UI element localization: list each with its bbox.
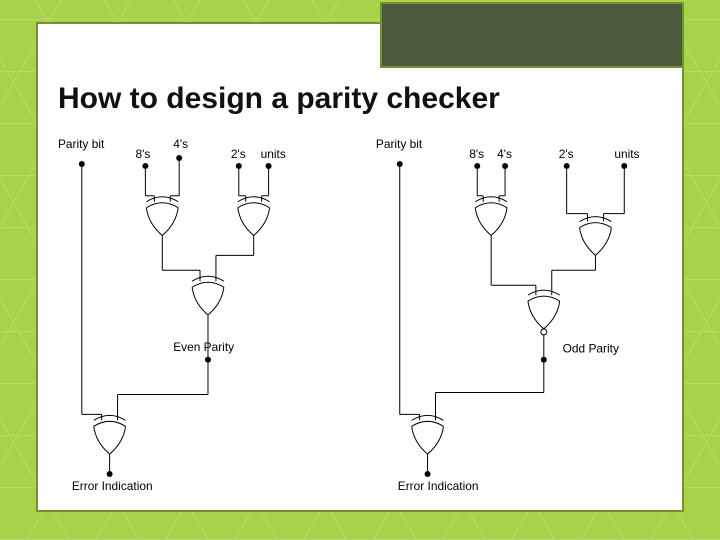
error-output <box>107 471 113 477</box>
label-2s: 2's <box>231 147 246 161</box>
content-card: How to design a parity checker <box>36 22 684 512</box>
xor-gate-icon <box>94 415 126 454</box>
terminal-dot-icon <box>79 155 272 414</box>
label-even-parity: Even Parity <box>173 340 234 354</box>
error-output <box>425 471 431 477</box>
xnor-gate-icon <box>528 290 560 335</box>
label-2s: 2's <box>559 147 574 161</box>
xor-gate-icon <box>475 197 507 236</box>
slide: How to design a parity checker <box>0 0 720 540</box>
label-4s: 4's <box>173 137 188 151</box>
label-error: Error Indication <box>398 479 479 493</box>
label-4s: 4's <box>497 147 512 161</box>
label-parity: Parity bit <box>58 137 105 151</box>
xor-gate-icon <box>580 217 612 256</box>
label-parity: Parity bit <box>376 137 423 151</box>
label-8s: 8's <box>135 147 150 161</box>
terminal-dot-icon <box>397 161 628 414</box>
label-8s: 8's <box>469 147 484 161</box>
right-circuit: Parity bit 8's 4's 2's units <box>376 137 640 493</box>
xor-gate-icon <box>412 415 444 454</box>
slide-title: How to design a parity checker <box>58 82 500 116</box>
label-units: units <box>261 147 286 161</box>
label-error: Error Indication <box>72 479 153 493</box>
header-accent-block <box>380 2 684 68</box>
xor-gate-icon <box>146 197 178 236</box>
parity-checker-diagram: Parity bit 8's 4's 2's units <box>52 134 668 496</box>
left-circuit: Parity bit 8's 4's 2's units <box>58 137 286 493</box>
label-units: units <box>614 147 639 161</box>
xor-gate-icon <box>238 197 270 236</box>
label-odd-parity: Odd Parity <box>563 342 619 356</box>
xor-gate-icon <box>192 276 224 315</box>
diagram-svg: Parity bit 8's 4's 2's units <box>52 134 668 496</box>
